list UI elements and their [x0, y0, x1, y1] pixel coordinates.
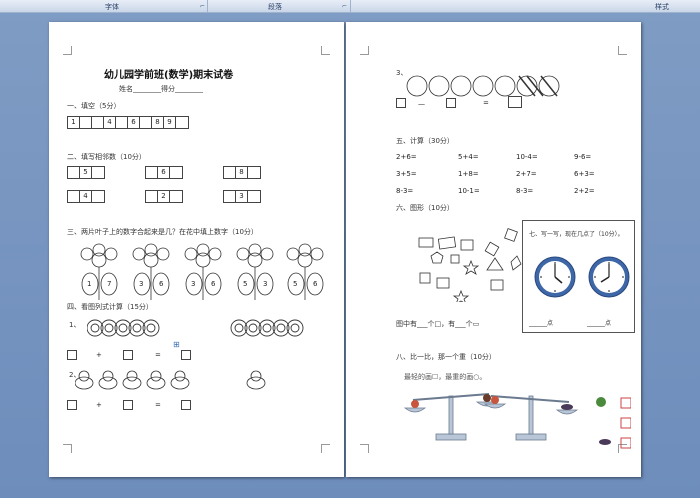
flower-3-leaf-right: 6 — [211, 280, 216, 288]
ribbon-styles-group[interactable]: 样式 — [655, 2, 669, 12]
answer-box-3b[interactable] — [446, 98, 456, 108]
move-handle-icon[interactable]: ⊞ — [173, 340, 180, 349]
calc-3-1: 8-3= — [396, 187, 414, 195]
weight-instruction: 最轻的画☐，最重的画○。 — [404, 373, 487, 381]
flower-5-leaf-right: 6 — [313, 280, 318, 288]
flower-3-leaf-left: 3 — [191, 280, 196, 288]
clock-question-panel: 七、写一写，现在几点了（10分）。 ______点 ______点 — [522, 220, 635, 333]
section-4-heading: 四、看图列式计算（15分） — [67, 303, 153, 311]
minus-sign: — — [418, 100, 425, 108]
shapes-illustration — [418, 228, 522, 302]
equals-sign-3: = — [483, 99, 489, 107]
equals-sign: = — [155, 351, 161, 359]
section-2-heading: 二、填写相邻数（10分） — [67, 153, 146, 161]
plus-sign-2: + — [96, 401, 102, 409]
neighbor-box-1[interactable]: 5 — [67, 166, 105, 179]
calc-2-2: 1+8= — [458, 170, 479, 178]
ribbon-font-group[interactable]: 字体 — [105, 2, 119, 12]
answer-box-1a[interactable] — [67, 350, 77, 360]
section-5-heading: 五、计算（30分） — [396, 137, 454, 145]
calc-3-2: 10-1= — [458, 187, 480, 195]
calc-3-3: 8-3= — [516, 187, 534, 195]
fill-blank-row[interactable]: 14689 — [67, 116, 189, 129]
answer-box-2b[interactable] — [123, 400, 133, 410]
flower-1-leaf-left: 1 — [87, 280, 92, 288]
clock-1-answer-blank[interactable]: ______点 — [529, 318, 553, 327]
answer-box-1b[interactable] — [123, 350, 133, 360]
plus-sign: + — [96, 351, 102, 359]
calc-3-4: 2+2= — [574, 187, 595, 195]
neighbor-box-6[interactable]: 3 — [223, 190, 261, 203]
section-1-heading: 一、填空（5分） — [67, 102, 121, 110]
section-3-heading: 三、两片叶子上的数字合起来是几？在花中填上数字（10分） — [67, 228, 258, 236]
neighbor-box-2[interactable]: 6 — [145, 166, 183, 179]
flower-4-leaf-right: 3 — [263, 280, 268, 288]
answer-box-3c[interactable] — [508, 96, 522, 108]
calc-2-3: 2+7= — [516, 170, 537, 178]
calc-1-4: 9-6= — [574, 153, 592, 161]
answer-box-3a[interactable] — [396, 98, 406, 108]
document-page-2[interactable]: 3、 — = 五、计算（30分） 2+6= 5+4= 10-4= 9-6= 3+… — [346, 22, 641, 477]
calc-2-1: 3+5= — [396, 170, 417, 178]
answer-box-1c[interactable] — [181, 350, 191, 360]
flower-row-illustration — [80, 243, 324, 300]
question-1-label: 1、 — [69, 321, 81, 329]
document-page-1[interactable]: 幼儿园学前班(数学)期末试卷 姓名________得分________ 一、填空… — [49, 22, 344, 477]
shape-count-line: 图中有___个□，有___个▭ — [396, 320, 480, 328]
answer-box-2a[interactable] — [67, 400, 77, 410]
ribbon-paragraph-group[interactable]: 段落 — [268, 2, 282, 12]
calc-1-2: 5+4= — [458, 153, 479, 161]
balloon-shapes-illustration — [406, 75, 560, 97]
bun-shapes-illustration — [75, 370, 266, 390]
section-7-heading: 七、写一写，现在几点了（10分）。 — [529, 231, 624, 238]
page-title: 幼儿园学前班(数学)期末试卷 — [104, 70, 234, 81]
flower-5-leaf-left: 5 — [293, 280, 298, 288]
clock-2-answer-blank[interactable]: ______点 — [587, 318, 611, 327]
section-6-heading: 六、图形（10分） — [396, 204, 454, 212]
flower-2-leaf-left: 3 — [139, 280, 144, 288]
calc-2-4: 6+3= — [574, 170, 595, 178]
flower-1-leaf-right: 7 — [107, 280, 112, 288]
ribbon-bar: 字体 ⌐ 段落 ⌐ 样式 — [0, 0, 700, 13]
section-8-heading: 八、比一比，那一个重（10分） — [396, 353, 496, 361]
font-dialog-launcher-icon[interactable]: ⌐ — [200, 3, 205, 10]
equals-sign-2: = — [155, 401, 161, 409]
clock-1-icon — [534, 256, 576, 298]
calc-1-1: 2+6= — [396, 153, 417, 161]
name-score-line: 姓名________得分________ — [119, 85, 203, 93]
clock-2-icon — [588, 256, 630, 298]
paragraph-dialog-launcher-icon[interactable]: ⌐ — [342, 3, 347, 10]
ring-shapes-illustration — [87, 319, 304, 337]
calc-1-3: 10-4= — [516, 153, 538, 161]
neighbor-box-5[interactable]: 2 — [145, 190, 183, 203]
answer-box-2c[interactable] — [181, 400, 191, 410]
neighbor-box-3[interactable]: 8 — [223, 166, 261, 179]
balance-scales-illustration — [403, 393, 631, 449]
flower-4-leaf-left: 5 — [243, 280, 248, 288]
neighbor-box-4[interactable]: 4 — [67, 190, 105, 203]
flower-2-leaf-right: 6 — [159, 280, 164, 288]
